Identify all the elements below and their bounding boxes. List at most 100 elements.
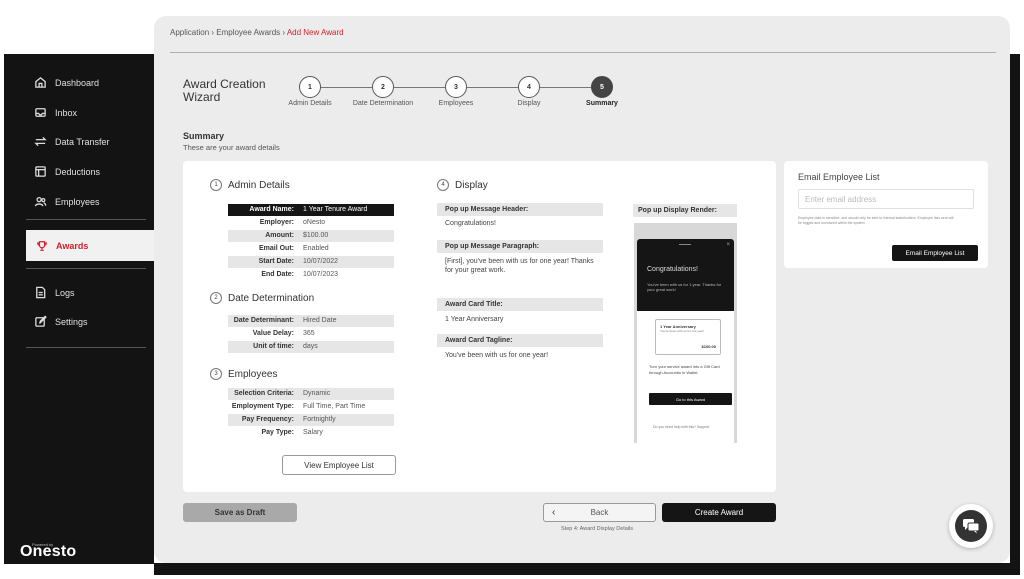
sidebar-item-settings[interactable]: Settings xyxy=(34,315,88,328)
sidebar-item-label: Awards xyxy=(56,240,89,251)
sidebar-item-awards[interactable]: Awards xyxy=(26,230,154,261)
breadcrumb-application[interactable]: Application xyxy=(170,28,209,37)
sidebar-item-dashboard[interactable]: Dashboard xyxy=(34,76,99,89)
wizard-step-2[interactable]: 2 xyxy=(372,76,394,98)
display-label: Pop up Message Header: xyxy=(437,203,603,216)
sidebar-item-label: Dashboard xyxy=(55,77,100,88)
email-input[interactable]: Enter email address xyxy=(798,189,974,209)
row-key: Employment Type: xyxy=(231,403,294,410)
summary-subtitle: These are your award details xyxy=(183,143,280,152)
popup-title: Congratulations! xyxy=(647,266,698,273)
admin-row: Amount: $100.00 xyxy=(228,230,394,242)
wizard-step-3[interactable]: 3 xyxy=(445,76,467,98)
frame-edge xyxy=(1010,54,1020,563)
summary-card: 1 Admin Details Award Name: 1 Year Tenure… xyxy=(183,161,776,492)
section-number: 2 xyxy=(210,292,222,304)
date-row: Date Determinant: Hired Date xyxy=(228,315,394,327)
email-note: Employee data is sensitive, and should o… xyxy=(798,216,954,225)
row-key: Selection Criteria: xyxy=(234,390,294,397)
sidebar-header xyxy=(4,4,164,54)
wizard-title: Award Creation Wizard xyxy=(183,77,266,104)
popup-paragraph: You've been with us for 1 year. Thanks f… xyxy=(647,282,722,292)
section-number: 1 xyxy=(210,179,222,191)
row-key: Date Determinant: xyxy=(233,317,294,324)
wizard-step-5[interactable]: 5 xyxy=(591,76,613,98)
back-label: Back xyxy=(590,508,609,517)
drag-handle xyxy=(679,244,691,245)
step-note: Step 4: Award Display Details xyxy=(561,526,634,532)
create-award-button[interactable]: Create Award xyxy=(662,503,776,522)
row-key: Value Delay: xyxy=(252,330,294,337)
sidebar-item-employees[interactable]: Employees xyxy=(34,195,100,208)
section-title: Display xyxy=(455,179,488,191)
popup-render-preview: × Congratulations! You've been with us f… xyxy=(634,223,737,443)
row-key: Employer: xyxy=(259,219,294,226)
step-connector xyxy=(467,87,518,88)
sidebar: Dashboard Inbox Data Transfer Deductions… xyxy=(4,54,154,564)
row-value: 365 xyxy=(303,330,315,337)
view-employee-list-button[interactable]: View Employee List xyxy=(282,455,396,475)
logs-icon xyxy=(36,286,46,299)
email-employee-list-button[interactable]: Email Employee List xyxy=(892,245,978,261)
breadcrumb-separator: › xyxy=(280,28,287,37)
display-heading: 4 Display xyxy=(437,179,488,191)
main-panel: Application › Employee Awards › Add New … xyxy=(154,16,1010,563)
popup-go-button: Go to this Award xyxy=(649,393,732,405)
row-value: Dynamic xyxy=(303,390,331,397)
employees-row: Employment Type: Full Time, Part Time xyxy=(228,401,394,413)
popup-body-text: Turn your service award into a Gift Card… xyxy=(649,364,720,375)
section-title: Admin Details xyxy=(228,179,290,191)
sidebar-item-inbox[interactable]: Inbox xyxy=(34,106,77,119)
award-card-preview: 1 Year Anniversary You've been with us f… xyxy=(655,319,721,355)
row-value: Salary xyxy=(303,429,323,436)
frame-edge xyxy=(154,563,1020,575)
section-number: 4 xyxy=(437,179,449,191)
wizard-step-label: Date Determination xyxy=(352,100,414,107)
sidebar-item-label: Settings xyxy=(55,316,88,327)
inbox-icon xyxy=(35,108,46,117)
sidebar-item-deductions[interactable]: Deductions xyxy=(34,165,100,178)
breadcrumb-employee-awards[interactable]: Employee Awards xyxy=(216,28,280,37)
row-value: Full Time, Part Time xyxy=(303,403,366,410)
award-card-tagline: You've been with us for one year! xyxy=(660,329,705,333)
display-value: Congratulations! xyxy=(445,220,496,227)
sidebar-item-logs[interactable]: Logs xyxy=(34,286,75,299)
admin-row: Employer: oNesto xyxy=(228,217,394,229)
breadcrumb: Application › Employee Awards › Add New … xyxy=(170,28,344,37)
admin-row: Start Date: 10/07/2022 xyxy=(228,256,394,268)
display-label: Pop up Message Paragraph: xyxy=(437,240,603,253)
wizard-step-label: Display xyxy=(517,100,541,107)
admin-row: End Date: 10/07/2023 xyxy=(228,269,394,281)
row-value: 10/07/2022 xyxy=(303,258,339,265)
admin-details-heading: 1 Admin Details xyxy=(210,179,290,191)
chat-button[interactable] xyxy=(949,504,993,548)
step-connector xyxy=(394,87,445,88)
wizard-step-4[interactable]: 4 xyxy=(518,76,540,98)
row-value: $100.00 xyxy=(303,232,329,239)
home-icon xyxy=(35,77,46,88)
admin-row: Award Name: 1 Year Tenure Award xyxy=(228,204,394,216)
display-value: [First], you've been with us for one yea… xyxy=(445,258,594,274)
sidebar-item-label: Data Transfer xyxy=(55,136,110,147)
sidebar-item-label: Deductions xyxy=(55,166,101,177)
row-value: Fortnightly xyxy=(303,416,336,423)
row-key: Amount: xyxy=(265,232,294,239)
section-title: Employees xyxy=(228,368,278,380)
divider xyxy=(26,268,146,269)
transfer-icon xyxy=(34,136,47,147)
display-value: 1 Year Anniversary xyxy=(445,316,504,323)
display-label: Award Card Title: xyxy=(437,298,603,311)
section-title: Date Determination xyxy=(228,292,315,304)
brand-name: Onesto xyxy=(20,543,77,560)
chevron-left-icon: ‹ xyxy=(552,507,556,518)
popup-header: × Congratulations! You've been with us f… xyxy=(637,239,734,311)
wizard-step-1[interactable]: 1 xyxy=(299,76,321,98)
back-button[interactable]: ‹ Back xyxy=(543,503,656,522)
row-key: Start Date: xyxy=(258,258,294,265)
popup-help-text: Do you need help with this? Support xyxy=(653,425,710,429)
sidebar-item-data-transfer[interactable]: Data Transfer xyxy=(34,135,110,148)
save-as-draft-button[interactable]: Save as Draft xyxy=(183,503,297,522)
employees-row: Pay Type: Salary xyxy=(228,427,394,439)
employees-icon xyxy=(34,196,47,207)
display-label: Award Card Tagline: xyxy=(437,334,603,347)
